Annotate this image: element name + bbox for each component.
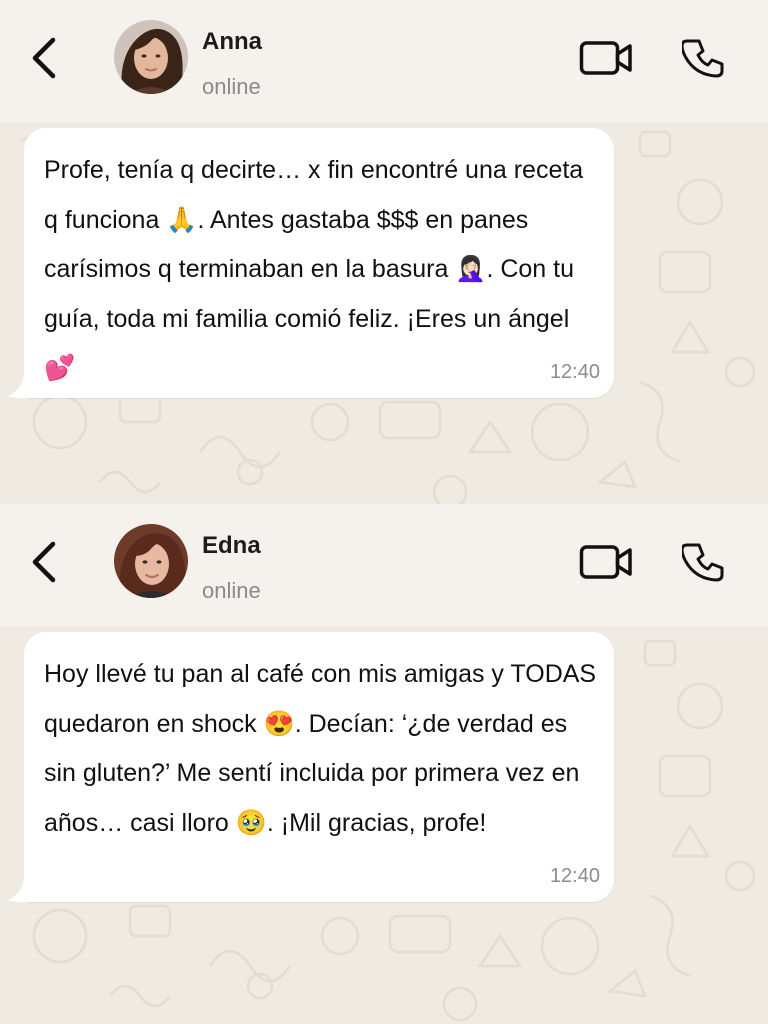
chat-panel-edna: Edna online Hoy llevé tu pan al café con… — [0, 504, 768, 1024]
phone-icon — [682, 543, 724, 582]
avatar-image — [114, 20, 188, 94]
voice-call-button[interactable] — [678, 538, 730, 588]
phone-icon — [682, 39, 724, 78]
incoming-message-bubble[interactable]: Profe, tenía q decirte… x fin encontré u… — [24, 128, 614, 398]
chevron-left-icon — [32, 37, 56, 79]
voice-call-button[interactable] — [678, 34, 730, 84]
incoming-message-bubble[interactable]: Hoy llevé tu pan al café con mis amigas … — [24, 632, 614, 902]
back-button[interactable] — [22, 532, 66, 592]
avatar-image — [114, 524, 188, 598]
chat-panel-anna: Anna online Profe, tenía q decirte… x fi… — [0, 0, 768, 512]
contact-status: online — [202, 74, 261, 99]
message-time: 12:40 — [549, 865, 600, 887]
contact-status: online — [202, 578, 261, 603]
video-call-button[interactable] — [576, 36, 636, 80]
message-time: 12:40 — [549, 361, 600, 383]
video-camera-icon — [579, 545, 632, 579]
contact-name[interactable]: Anna — [202, 28, 262, 56]
back-button[interactable] — [22, 28, 66, 88]
video-call-button[interactable] — [576, 540, 636, 584]
contact-name[interactable]: Edna — [202, 532, 261, 560]
message-text: Profe, tenía q decirte… x fin encontré u… — [44, 156, 584, 382]
chevron-left-icon — [32, 541, 56, 583]
message-text: Hoy llevé tu pan al café con mis amigas … — [44, 660, 597, 837]
chat-header: Edna online — [0, 504, 768, 626]
video-camera-icon — [579, 41, 632, 75]
avatar[interactable] — [114, 20, 188, 94]
chat-header: Anna online — [0, 0, 768, 122]
avatar[interactable] — [114, 524, 188, 598]
